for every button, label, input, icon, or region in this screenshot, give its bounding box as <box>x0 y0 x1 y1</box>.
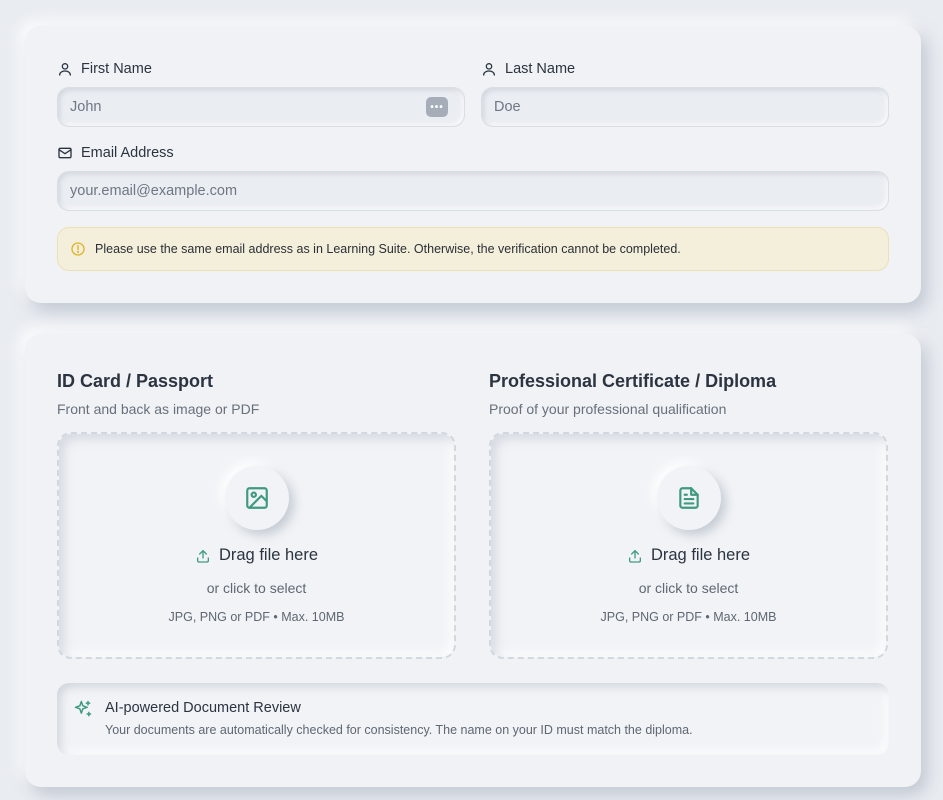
last-name-label: Last Name <box>481 61 575 77</box>
mail-icon <box>58 147 72 159</box>
certificate-or-label: or click to select <box>638 580 739 596</box>
email-label: Email Address <box>57 145 174 161</box>
file-text-icon <box>678 487 699 509</box>
id-card-icon-badge <box>224 466 289 530</box>
email-input[interactable]: your.email@example.com <box>57 171 889 211</box>
alert-circle-icon <box>71 242 85 256</box>
upload-icon <box>628 549 641 563</box>
last-name-input[interactable]: Doe <box>481 87 889 127</box>
certificate-formats: JPG, PNG or PDF • Max. 10MB <box>600 610 777 624</box>
id-card-title: ID Card / Passport <box>57 371 214 391</box>
image-icon <box>245 487 268 509</box>
id-card-drop-label: Drag file here <box>59 546 454 565</box>
certificate-subtitle: Proof of your professional qualification <box>489 401 727 417</box>
id-card-subtitle: Front and back as image or PDF <box>57 401 260 417</box>
certificate-icon-badge <box>656 466 721 530</box>
upload-icon <box>196 549 209 563</box>
ai-review-text: Your documents are automatically checked… <box>105 723 693 737</box>
personal-info-card: First Name John ••• Last Name Doe Email … <box>25 26 921 303</box>
ai-review-info: AI-powered Document Review Your document… <box>57 683 889 755</box>
first-name-label: First Name <box>57 61 152 77</box>
user-icon <box>483 62 495 76</box>
id-card-or-label: or click to select <box>206 580 307 596</box>
ai-review-title: AI-powered Document Review <box>105 700 301 716</box>
documents-card: ID Card / Passport Front and back as ima… <box>25 334 921 787</box>
id-card-dropzone[interactable]: Drag file here or click to select JPG, P… <box>57 432 456 659</box>
first-name-input[interactable]: John ••• <box>57 87 465 127</box>
certificate-dropzone[interactable]: Drag file here or click to select JPG, P… <box>489 432 888 659</box>
password-manager-icon[interactable]: ••• <box>426 97 448 117</box>
id-card-formats: JPG, PNG or PDF • Max. 10MB <box>168 610 345 624</box>
certificate-drop-label: Drag file here <box>491 546 886 565</box>
email-notice: Please use the same email address as in … <box>57 227 889 271</box>
user-icon <box>59 62 71 76</box>
sparkles-icon <box>74 700 92 717</box>
certificate-title: Professional Certificate / Diploma <box>489 371 777 391</box>
